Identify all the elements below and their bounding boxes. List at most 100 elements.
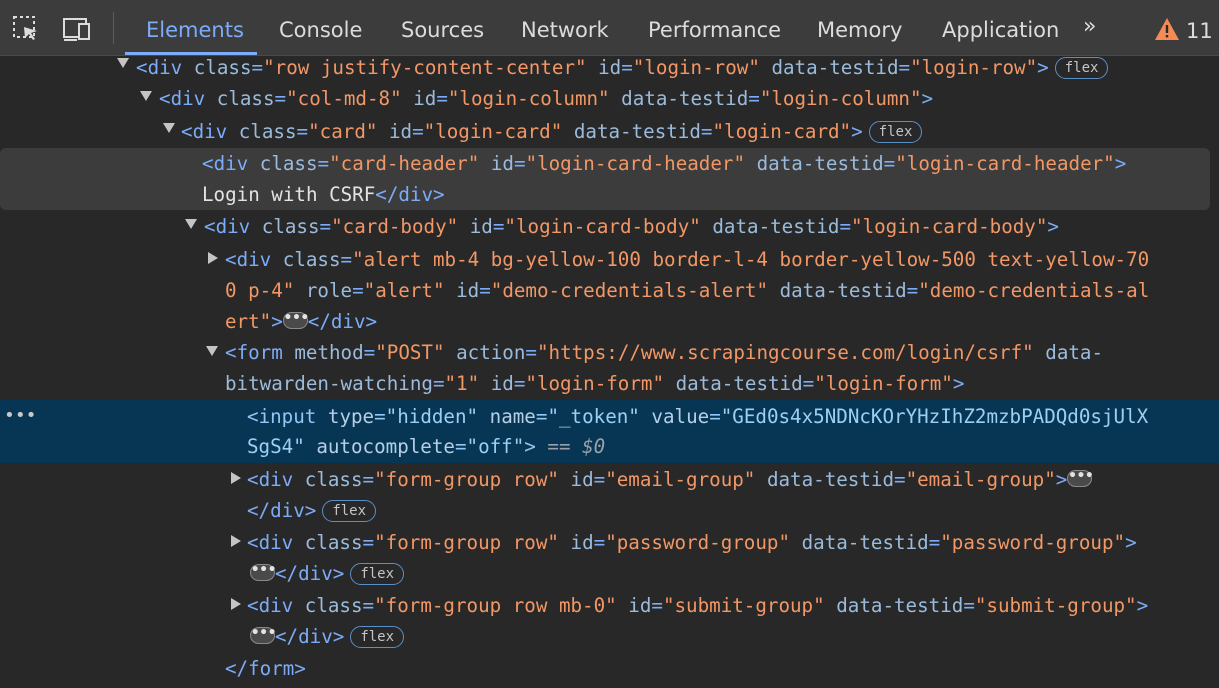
tab-application[interactable]: Application: [942, 0, 1059, 55]
collapse-triangle-icon[interactable]: [206, 346, 218, 356]
expand-triangle-icon[interactable]: [231, 535, 241, 547]
attr-value: "form-group row mb-0": [374, 594, 617, 617]
dom-node-login-card-header[interactable]: <div class="card-header" id="login-card-…: [202, 148, 1126, 179]
dom-node-hidden-token-input[interactable]: <input type="hidden" name="_token" value…: [247, 401, 1148, 432]
attr-value: "login-form": [814, 372, 953, 395]
attr-value: "off": [466, 435, 525, 458]
dom-node-continuation[interactable]: ert">•••</div>: [225, 306, 377, 337]
attr-value: "alert mb-4 bg-yellow-100 border-l-4 bor…: [352, 248, 1150, 271]
dom-node-closing[interactable]: •••</div> flex: [250, 621, 405, 652]
attr-value: "hidden": [385, 405, 479, 428]
dom-node-demo-credentials-alert[interactable]: <div class="alert mb-4 bg-yellow-100 bor…: [225, 244, 1149, 275]
attr-value: "submit-group": [662, 594, 825, 617]
attr-value: "login-column": [447, 87, 610, 110]
attr-name: id: [628, 594, 652, 617]
flex-badge[interactable]: flex: [1054, 56, 1109, 79]
attr-value: "login-column": [759, 87, 922, 110]
tag-name: form: [236, 341, 283, 364]
collapse-triangle-icon[interactable]: [185, 219, 197, 229]
dom-text-node[interactable]: Login with CSRF</div>: [202, 179, 445, 210]
attr-name: bitwarden-watching: [225, 372, 433, 395]
attr-name: class: [304, 531, 363, 554]
expand-triangle-icon[interactable]: [231, 472, 241, 484]
tag-name: div: [258, 468, 294, 491]
attr-value: "form-group row": [374, 468, 559, 491]
attr-value: "row justify-content-center": [263, 56, 587, 79]
expand-triangle-icon[interactable]: [231, 598, 241, 610]
attr-value: "POST": [375, 341, 445, 364]
attr-value: "_token": [547, 405, 640, 428]
toolbar-separator: [113, 12, 114, 44]
attr-name: data-testid: [766, 468, 895, 491]
attr-name: value: [651, 405, 710, 428]
elements-dom-tree: ••• <div class="row justify-content-cent…: [0, 56, 1219, 688]
dom-node-login-form[interactable]: <form method="POST" action="https://www.…: [225, 337, 1103, 368]
attr-value: "login-card": [423, 120, 563, 143]
collapsed-children-button[interactable]: •••: [250, 563, 276, 581]
attr-name: id: [469, 215, 493, 238]
dom-node-closing[interactable]: </div> flex: [247, 495, 377, 526]
collapse-triangle-icon[interactable]: [140, 91, 152, 101]
flex-badge[interactable]: flex: [350, 562, 405, 585]
attr-value: "col-md-8": [286, 87, 402, 110]
warning-icon[interactable]: [1154, 17, 1180, 41]
attr-name: class: [282, 248, 341, 271]
attr-value: "password-group": [605, 531, 791, 554]
attr-value: "login-card": [712, 120, 852, 143]
attr-name: data-: [1045, 341, 1104, 364]
collapse-triangle-icon[interactable]: [117, 58, 129, 68]
attr-value: "1": [444, 372, 480, 395]
attr-value: "card-header": [329, 152, 480, 175]
attr-name: action: [456, 341, 526, 364]
dom-node-form-close[interactable]: </form>: [225, 653, 306, 684]
dom-node-login-card-body[interactable]: <div class="card-body" id="login-card-bo…: [204, 211, 1059, 242]
dom-node-continuation[interactable]: 0 p-4" role="alert" id="demo-credentials…: [225, 275, 1149, 306]
tab-sources[interactable]: Sources: [401, 0, 484, 55]
tag-name: div: [258, 531, 294, 554]
collapsed-children-button[interactable]: •••: [1067, 469, 1094, 487]
tab-memory[interactable]: Memory: [817, 0, 902, 55]
dom-node-closing[interactable]: •••</div> flex: [250, 558, 405, 589]
attr-value: "form-group row": [374, 531, 559, 554]
dom-node-continuation[interactable]: bitwarden-watching="1" id="login-form" d…: [225, 368, 964, 399]
attr-value: "submit-group": [974, 594, 1137, 617]
dom-node-continuation[interactable]: SgS4" autocomplete="off"> == $0: [247, 431, 605, 462]
collapsed-children-button[interactable]: •••: [250, 626, 276, 644]
device-toolbar-icon[interactable]: [62, 14, 92, 44]
flex-badge[interactable]: flex: [868, 120, 923, 143]
attr-name: data-testid: [573, 120, 701, 143]
closing-tag: </div>: [307, 310, 378, 333]
dom-node-login-card[interactable]: <div class="card" id="login-card" data-t…: [181, 116, 923, 147]
attr-name: data-testid: [801, 531, 929, 554]
expand-triangle-icon[interactable]: [208, 252, 218, 264]
tab-elements[interactable]: Elements: [146, 0, 244, 55]
attr-value: "login-form": [525, 372, 665, 395]
tab-network[interactable]: Network: [521, 0, 609, 55]
attr-value: 0 p-4": [225, 279, 295, 302]
dom-node-password-group[interactable]: <div class="form-group row" id="password…: [247, 527, 1137, 558]
attr-name: class: [304, 468, 363, 491]
row-menu-icon[interactable]: •••: [4, 407, 37, 425]
attr-name: method: [294, 341, 364, 364]
dom-node-login-column[interactable]: <div class="col-md-8" id="login-column" …: [159, 83, 933, 114]
dom-node-email-group[interactable]: <div class="form-group row" id="email-gr…: [247, 464, 1094, 495]
warning-count[interactable]: 11: [1186, 0, 1213, 62]
tag-name: input: [258, 405, 317, 428]
tab-console[interactable]: Console: [279, 0, 362, 55]
attr-value: "login-card-body": [504, 215, 701, 238]
dom-node-submit-group[interactable]: <div class="form-group row mb-0" id="sub…: [247, 590, 1148, 621]
attr-name: id: [570, 468, 594, 491]
tag-name: div: [215, 215, 251, 238]
collapsed-children-button[interactable]: •••: [282, 311, 309, 329]
flex-badge[interactable]: flex: [322, 499, 377, 522]
attr-name: class: [238, 120, 297, 143]
inspect-element-icon[interactable]: [11, 14, 41, 44]
attr-name: id: [570, 531, 594, 554]
chevron-double-right-icon[interactable]: »: [1083, 14, 1096, 39]
dom-node-login-row[interactable]: <div class="row justify-content-center" …: [136, 52, 1109, 83]
collapse-triangle-icon[interactable]: [163, 123, 175, 133]
tab-performance[interactable]: Performance: [648, 0, 781, 55]
attr-value: "email-group": [905, 468, 1056, 491]
attr-value: "demo-credentials-alert": [490, 279, 769, 302]
flex-badge[interactable]: flex: [350, 625, 405, 648]
